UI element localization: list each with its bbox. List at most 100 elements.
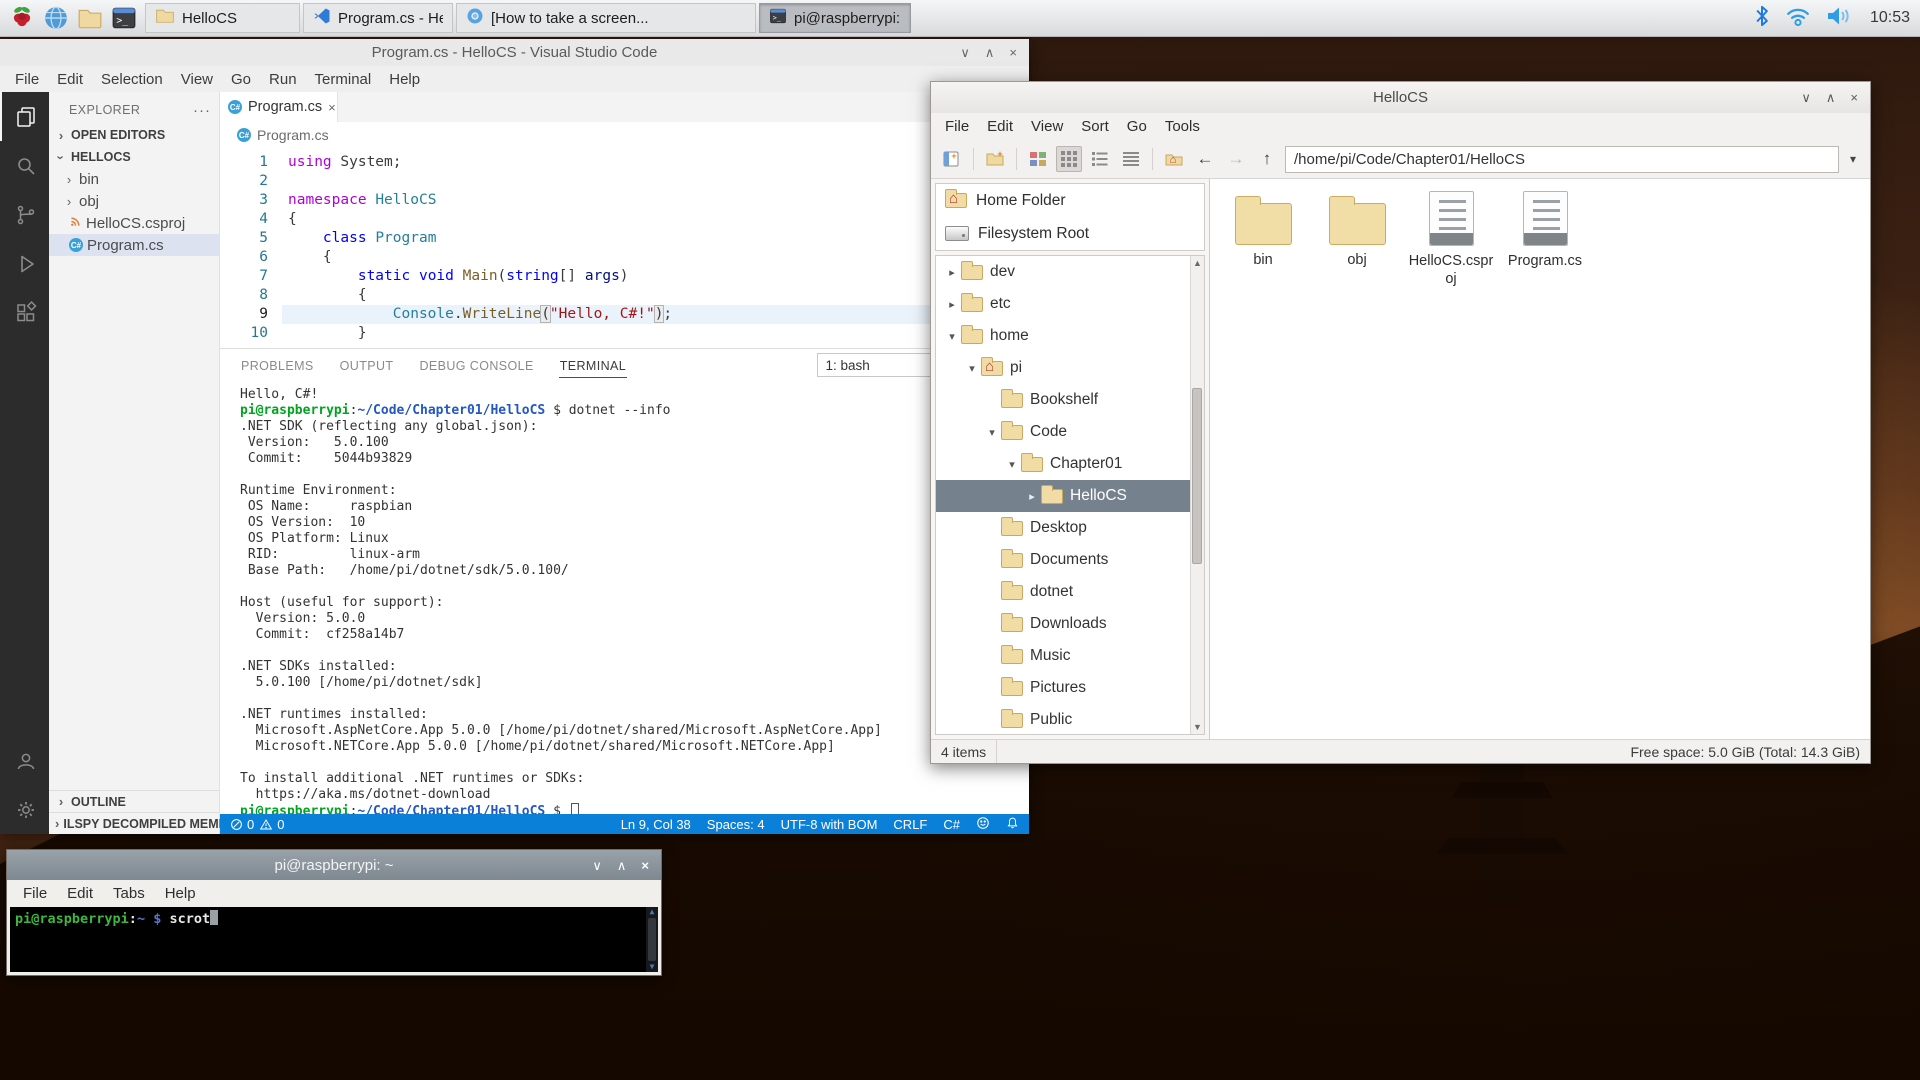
detailed-view-icon[interactable] — [1118, 146, 1144, 172]
tree-item-home[interactable]: ▾home — [936, 320, 1204, 352]
more-actions-icon[interactable]: ··· — [193, 102, 211, 119]
tree-item-dev[interactable]: ▸dev — [936, 256, 1204, 288]
maximize-icon[interactable]: ∧ — [1826, 91, 1836, 104]
menu-terminal[interactable]: Terminal — [306, 71, 381, 88]
minimize-icon[interactable]: ∨ — [592, 859, 602, 872]
terminal-menu-tabs[interactable]: Tabs — [103, 885, 155, 902]
browser-globe-icon[interactable] — [40, 3, 72, 33]
close-icon[interactable]: × — [641, 859, 649, 872]
place-filesystem-root[interactable]: Filesystem Root — [936, 217, 1204, 250]
path-bar[interactable]: /home/pi/Code/Chapter01/HelloCS — [1285, 146, 1839, 173]
vscode-titlebar[interactable]: Program.cs - HelloCS - Visual Studio Cod… — [0, 39, 1029, 66]
status-item-utf-8-with-bom[interactable]: UTF-8 with BOM — [781, 817, 878, 832]
scroll-down-icon[interactable]: ▼ — [650, 962, 655, 972]
files-icon[interactable] — [0, 92, 49, 141]
menu-go[interactable]: Go — [222, 71, 260, 88]
panel-tab-terminal[interactable]: TERMINAL — [559, 353, 627, 378]
file-item-obj[interactable]: obj — [1310, 191, 1404, 288]
tree-item-hellocs[interactable]: ▸HelloCS — [936, 480, 1204, 512]
clock[interactable]: 10:53 — [1870, 9, 1910, 27]
up-icon[interactable]: ↑ — [1254, 146, 1280, 172]
tree-expander-icon[interactable]: ▸ — [1024, 490, 1040, 503]
taskbar-item-chromium[interactable]: [How to take a screen... — [456, 3, 756, 33]
tree-item-documents[interactable]: Documents — [936, 544, 1204, 576]
explorer-item-program-cs[interactable]: C#Program.cs — [49, 234, 219, 256]
tree-item-pi[interactable]: ▾⌂pi — [936, 352, 1204, 384]
explorer-item-bin[interactable]: ›bin — [49, 168, 219, 190]
breadcrumb[interactable]: C# Program.cs — [220, 122, 1029, 148]
status-item-ln-9-col-38[interactable]: Ln 9, Col 38 — [621, 817, 691, 832]
fm-menu-file[interactable]: File — [936, 118, 978, 135]
scroll-down-icon[interactable]: ▼ — [1193, 722, 1202, 732]
tree-item-public[interactable]: Public — [936, 704, 1204, 735]
tree-expander-icon[interactable]: ▾ — [944, 330, 960, 343]
terminal-launcher-icon[interactable]: >_ — [108, 3, 140, 33]
integrated-terminal[interactable]: Hello, C#!pi@raspberrypi:~/Code/Chapter0… — [220, 381, 1029, 814]
compact-view-icon[interactable] — [1087, 146, 1113, 172]
errors-icon[interactable]: 0 — [230, 817, 254, 832]
tree-expander-icon[interactable]: ▾ — [984, 426, 1000, 439]
menu-view[interactable]: View — [172, 71, 222, 88]
tree-item-desktop[interactable]: Desktop — [936, 512, 1204, 544]
menu-help[interactable]: Help — [380, 71, 429, 88]
run-debug-icon[interactable] — [0, 239, 49, 288]
tab-program-cs[interactable]: C# Program.cs × — [220, 92, 338, 122]
fm-titlebar[interactable]: HelloCS ∨ ∧ × — [931, 82, 1870, 113]
icon-view-icon[interactable] — [1056, 146, 1082, 172]
warnings-icon[interactable]: 0 — [259, 817, 284, 832]
tree-item-dotnet[interactable]: dotnet — [936, 576, 1204, 608]
terminal-scrollbar[interactable]: ▲ ▼ — [646, 907, 658, 972]
explorer-section-ilspy-decompiled-memb-[interactable]: ›ILSPY DECOMPILED MEMB... — [49, 812, 219, 834]
tree-expander-icon[interactable]: ▸ — [944, 298, 960, 311]
taskbar-item-terminal[interactable]: >_pi@raspberrypi: ~ — [759, 3, 911, 33]
bell-icon[interactable] — [1006, 816, 1019, 833]
tree-item-bookshelf[interactable]: Bookshelf — [936, 384, 1204, 416]
status-item-crlf[interactable]: CRLF — [893, 817, 927, 832]
close-icon[interactable]: × — [1009, 46, 1017, 59]
fm-menu-tools[interactable]: Tools — [1156, 118, 1209, 135]
minimize-icon[interactable]: ∨ — [1801, 91, 1811, 104]
menu-selection[interactable]: Selection — [92, 71, 172, 88]
tree-item-music[interactable]: Music — [936, 640, 1204, 672]
taskbar-item-vscode[interactable]: Program.cs - HelloCS... — [303, 3, 453, 33]
account-icon[interactable] — [0, 736, 49, 785]
new-folder-icon[interactable]: + — [982, 146, 1008, 172]
fm-menu-edit[interactable]: Edit — [978, 118, 1022, 135]
fm-menu-sort[interactable]: Sort — [1072, 118, 1118, 135]
wifi-icon[interactable] — [1785, 5, 1811, 32]
tree-item-downloads[interactable]: Downloads — [936, 608, 1204, 640]
file-item-bin[interactable]: bin — [1216, 191, 1310, 288]
panel-tab-debug-console[interactable]: DEBUG CONSOLE — [418, 353, 534, 378]
terminal-titlebar[interactable]: pi@raspberrypi: ~ ∨ ∧ × — [7, 850, 661, 880]
path-dropdown-icon[interactable]: ▾ — [1844, 152, 1862, 166]
explorer-item-obj[interactable]: ›obj — [49, 190, 219, 212]
fm-menu-go[interactable]: Go — [1118, 118, 1156, 135]
tree-expander-icon[interactable]: ▸ — [944, 266, 960, 279]
place-home-folder[interactable]: ⌂Home Folder — [936, 184, 1204, 217]
menu-raspberry-icon[interactable] — [6, 3, 38, 33]
explorer-item-hellocs-csproj[interactable]: HelloCS.csproj — [49, 212, 219, 234]
file-manager-icon[interactable] — [74, 3, 106, 33]
file-item-hellocs-csproj[interactable]: HelloCS.csproj — [1404, 191, 1498, 288]
thumbnail-view-icon[interactable] — [1025, 146, 1051, 172]
extensions-icon[interactable] — [0, 288, 49, 337]
close-tab-icon[interactable]: × — [328, 100, 336, 115]
fm-menu-view[interactable]: View — [1022, 118, 1072, 135]
scroll-up-icon[interactable]: ▲ — [1193, 258, 1202, 268]
terminal-menu-edit[interactable]: Edit — [57, 885, 103, 902]
tree-item-chapter01[interactable]: ▾Chapter01 — [936, 448, 1204, 480]
maximize-icon[interactable]: ∧ — [617, 859, 627, 872]
explorer-item-open-editors[interactable]: ›OPEN EDITORS — [49, 124, 219, 146]
terminal-menu-file[interactable]: File — [13, 885, 57, 902]
tree-expander-icon[interactable]: ▾ — [1004, 458, 1020, 471]
explorer-section-outline[interactable]: ›OUTLINE — [49, 790, 219, 812]
settings-gear-icon[interactable] — [0, 785, 49, 834]
bluetooth-icon[interactable] — [1754, 5, 1770, 32]
tree-expander-icon[interactable]: ▾ — [964, 362, 980, 375]
new-tab-icon[interactable]: + — [939, 146, 965, 172]
file-item-program-cs[interactable]: Program.cs — [1498, 191, 1592, 288]
terminal-screen[interactable]: pi@raspberrypi:~ $ scrot ▲ ▼ — [10, 907, 658, 972]
tree-item-etc[interactable]: ▸etc — [936, 288, 1204, 320]
menu-edit[interactable]: Edit — [48, 71, 92, 88]
home-button-icon[interactable]: ⌂ — [1161, 146, 1187, 172]
